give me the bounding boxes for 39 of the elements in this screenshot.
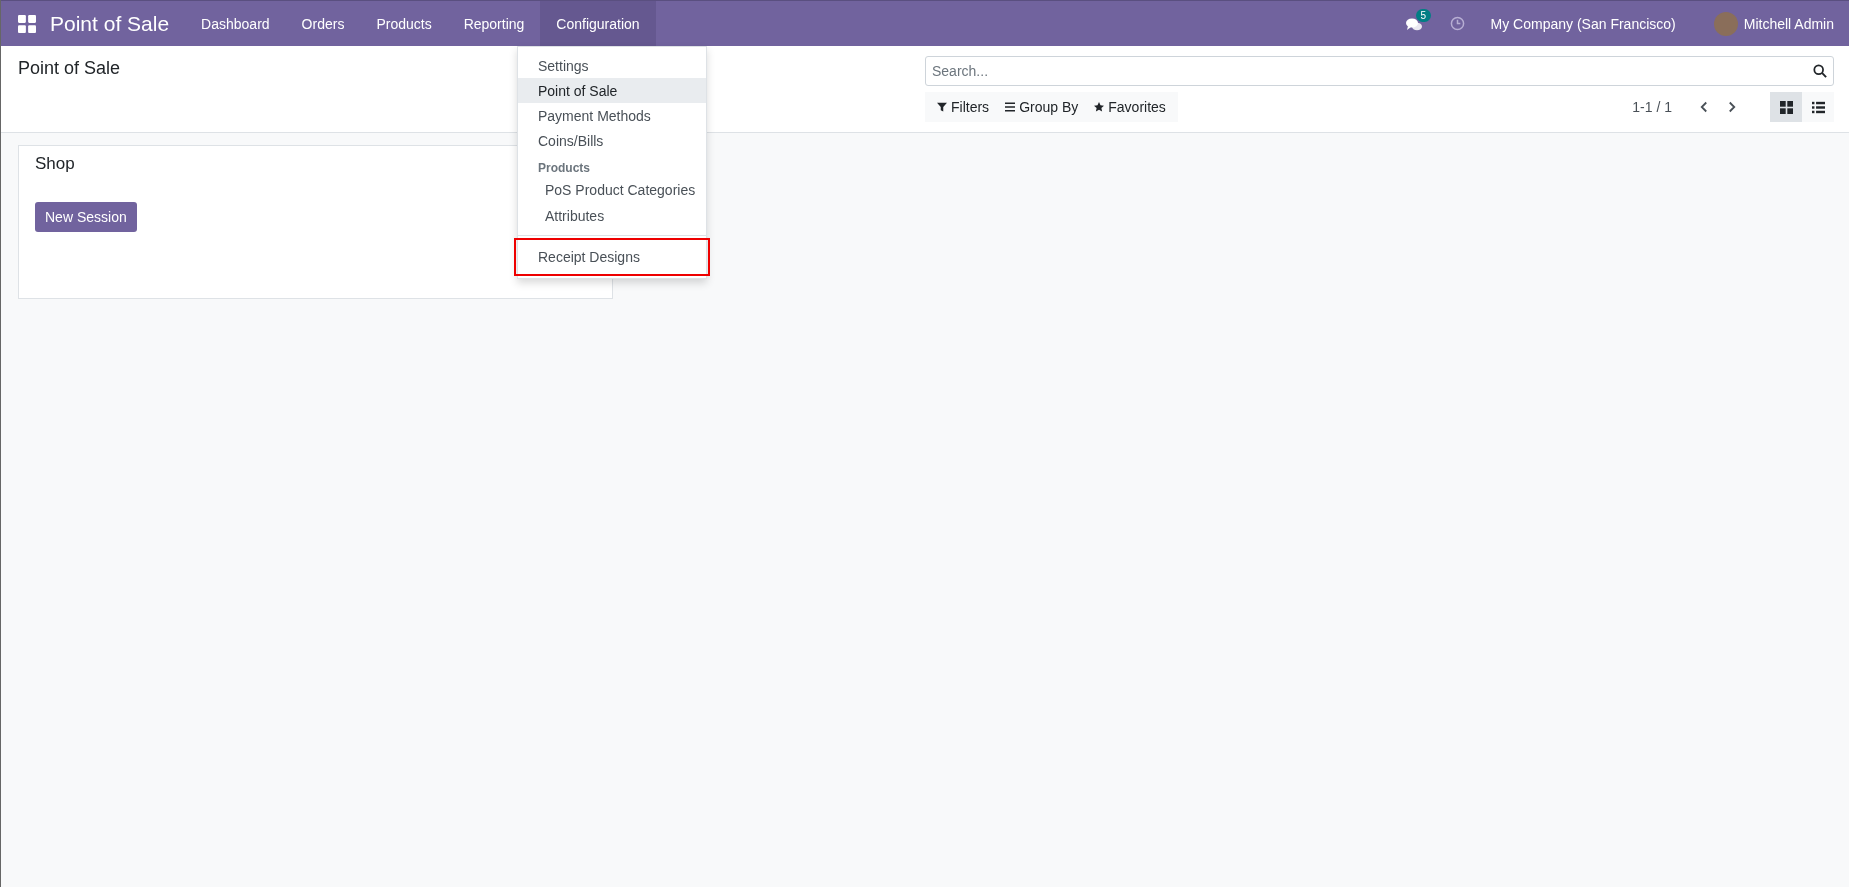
card-title: Shop: [35, 154, 75, 174]
filter-icon: [937, 102, 947, 112]
nav-menu-item[interactable]: Reporting: [447, 0, 541, 47]
search-field[interactable]: Search...: [925, 56, 1834, 86]
lines-icon: [1005, 102, 1016, 112]
dropdown-item[interactable]: Coins/Bills: [518, 128, 706, 153]
chat-bubbles-icon: [1405, 17, 1422, 32]
dropdown-section-header: Products: [537, 160, 591, 177]
dropdown-item[interactable]: Attributes: [518, 203, 706, 229]
company-switcher[interactable]: My Company (San Francisco): [1490, 15, 1676, 32]
dropdown-item[interactable]: PoS Product Categories: [518, 177, 706, 203]
grid-icon: [1779, 100, 1793, 114]
chevron-right-icon: [1726, 101, 1738, 113]
search-option-button[interactable]: Filters: [929, 99, 998, 115]
star-icon: [1094, 102, 1105, 112]
search-option-button[interactable]: Favorites: [1086, 99, 1174, 115]
message-count-badge: 5: [1415, 8, 1432, 22]
nav-menu-item[interactable]: Orders: [285, 0, 361, 47]
dropdown-item[interactable]: Payment Methods: [518, 103, 706, 128]
user-menu[interactable]: Mitchell Admin: [1743, 15, 1834, 32]
dropdown-item[interactable]: Point of Sale: [518, 78, 706, 103]
apps-grid-icon[interactable]: [18, 14, 36, 33]
page-title: Point of Sale: [18, 58, 121, 79]
clock-icon: [1449, 16, 1465, 31]
dropdown-item[interactable]: Receipt Designs: [516, 240, 708, 274]
nav-menu-item[interactable]: Products: [360, 0, 448, 47]
search-icon: [1813, 64, 1827, 78]
new-session-button[interactable]: New Session: [35, 202, 137, 232]
nav-menu-item[interactable]: Configuration: [540, 0, 656, 47]
kanban-view-button[interactable]: [1770, 92, 1802, 122]
nav-menu-item[interactable]: Dashboard: [185, 0, 286, 47]
avatar: [1713, 11, 1738, 36]
search-option-button[interactable]: Group By: [997, 99, 1087, 115]
list-icon: [1811, 100, 1825, 114]
app-title[interactable]: Point of Sale: [50, 11, 170, 36]
chevron-left-icon: [1698, 101, 1710, 113]
pager-value: 1-1 / 1: [1632, 99, 1672, 115]
dropdown-item[interactable]: Settings: [518, 53, 706, 78]
list-view-button[interactable]: [1802, 92, 1834, 122]
